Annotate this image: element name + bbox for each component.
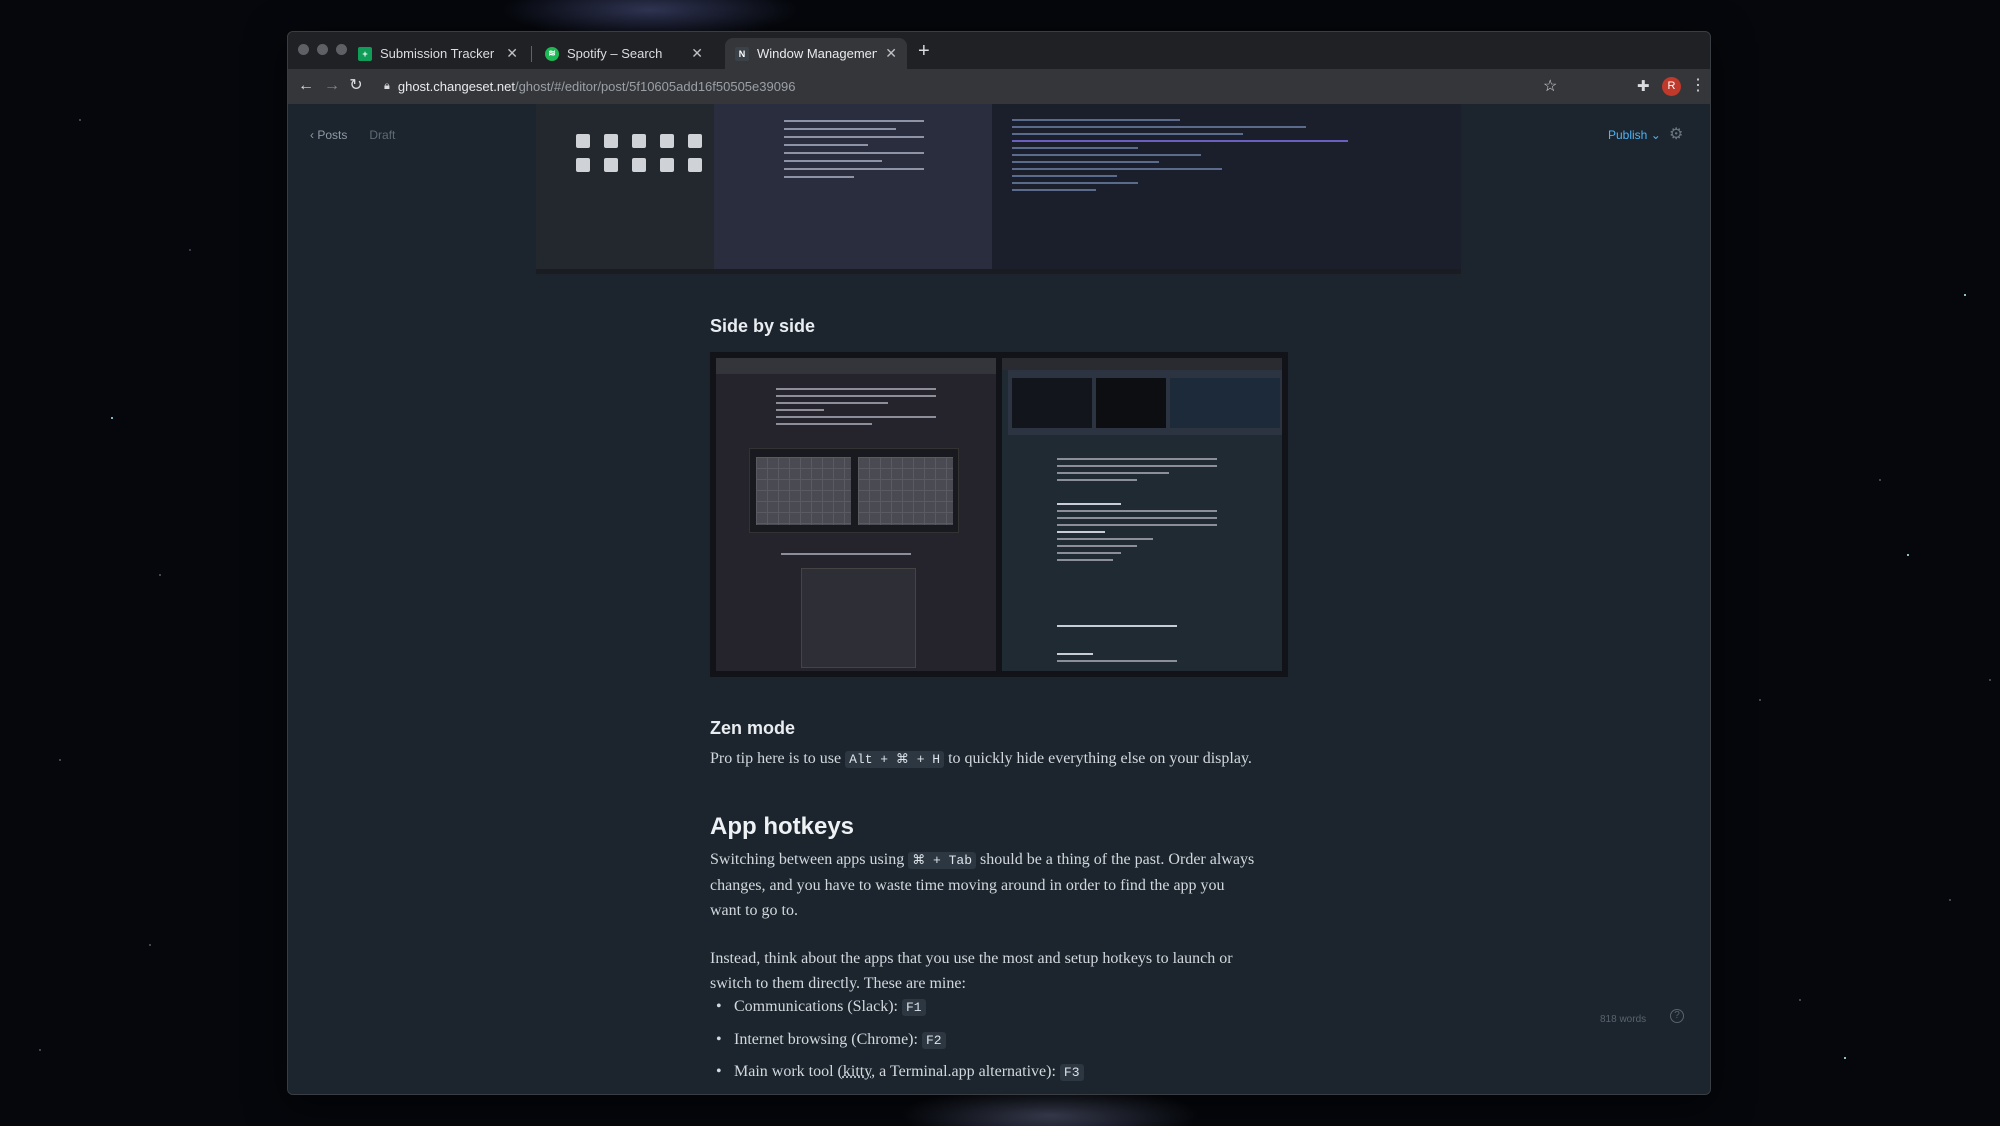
ghost-icon: N <box>735 46 749 61</box>
hotkey-code: F3 <box>1059 1064 1084 1081</box>
back-to-posts-link[interactable]: ‹ Posts <box>310 128 347 142</box>
browser-menu-icon[interactable]: ⋮ <box>1690 75 1706 95</box>
zen-shortcut-code: Alt + ⌘ + H <box>845 751 945 768</box>
zen-text-after: to quickly hide everything else on your … <box>948 750 1252 767</box>
lock-icon: 🔒︎ <box>384 80 390 92</box>
para-text: Switching between apps using <box>710 851 905 868</box>
reload-icon[interactable]: ↻ <box>346 76 366 96</box>
post-status: Draft <box>369 128 396 142</box>
para-line: Instead, think about the apps that you u… <box>710 950 1233 967</box>
close-icon[interactable]: ✕ <box>885 45 897 62</box>
hotkeys-paragraph-2[interactable]: Instead, think about the apps that you u… <box>710 946 1290 996</box>
list-item[interactable]: Main work tool (kitty, a Terminal.app al… <box>716 1063 1084 1081</box>
tab-submission-tracker[interactable]: + Submission Tracker + Content ✕ <box>348 38 528 69</box>
window-controls <box>298 44 347 55</box>
close-icon[interactable]: ✕ <box>691 45 703 62</box>
tab-separator <box>531 46 532 62</box>
browser-toolbar: ← → ↻ 🔒︎ ghost.changeset.net/ghost/#/edi… <box>288 69 1710 104</box>
bookmark-star-icon[interactable]: ☆ <box>1543 76 1557 96</box>
image-panel-finder <box>536 104 730 269</box>
zen-text: Pro tip here is to use <box>710 750 842 767</box>
tab-spotify[interactable]: ≋ Spotify – Search ✕ <box>535 38 713 69</box>
publish-label: Publish <box>1608 128 1648 142</box>
para-line: changes, and you have to waste time movi… <box>710 877 1225 894</box>
zoom-window-button[interactable] <box>336 44 347 55</box>
address-bar[interactable]: 🔒︎ ghost.changeset.net/ghost/#/editor/po… <box>378 73 1668 100</box>
image-panel-article <box>714 104 992 269</box>
image-panel-left <box>716 358 996 671</box>
tab-window-management[interactable]: N Window Management in macOS ✕ <box>725 38 907 69</box>
forward-arrow-icon[interactable]: → <box>322 76 342 96</box>
browser-window: + Submission Tracker + Content ✕ ≋ Spoti… <box>287 31 1711 1095</box>
close-window-button[interactable] <box>298 44 309 55</box>
hotkey-code: F2 <box>921 1032 946 1049</box>
tab-title: Spotify – Search <box>567 46 663 61</box>
word-count: 818 words <box>1600 1014 1647 1025</box>
cmd-tab-code: ⌘ + Tab <box>908 852 977 869</box>
spotify-icon: ≋ <box>545 46 559 61</box>
ghost-editor: ‹ Posts Draft Publish ⌄ ⚙ Side by side Z… <box>288 104 1710 1094</box>
back-arrow-icon[interactable]: ← <box>296 76 316 96</box>
hotkey-code: F1 <box>901 999 926 1016</box>
tab-title: Window Management in macOS <box>757 46 878 61</box>
article-image-side-by-side[interactable] <box>710 352 1288 677</box>
help-icon[interactable]: ? <box>1670 1009 1684 1023</box>
new-tab-button[interactable]: + <box>918 40 930 63</box>
posts-label: Posts <box>317 128 348 142</box>
tab-title: Submission Tracker + Content <box>380 46 498 61</box>
kitty-link[interactable]: kitty <box>843 1063 871 1080</box>
para-line: want to go to. <box>710 902 798 919</box>
para-text: should be a thing of the past. Order alw… <box>980 851 1255 868</box>
zen-paragraph[interactable]: Pro tip here is to use Alt + ⌘ + H to qu… <box>710 746 1290 772</box>
tab-bar: + Submission Tracker + Content ✕ ≋ Spoti… <box>288 32 1710 69</box>
para-line: switch to them directly. These are mine: <box>710 975 966 992</box>
heading-zen-mode[interactable]: Zen mode <box>710 718 795 739</box>
minimize-window-button[interactable] <box>317 44 328 55</box>
article-image-top[interactable] <box>536 104 1461 274</box>
list-item[interactable]: Communications (Slack): F1 <box>716 998 926 1016</box>
list-item[interactable]: Internet browsing (Chrome): F2 <box>716 1031 946 1049</box>
sheets-icon: + <box>358 46 372 61</box>
url-host: ghost.changeset.net <box>397 79 515 94</box>
heading-side-by-side[interactable]: Side by side <box>710 316 815 337</box>
extensions-puzzle-icon[interactable]: ✚ <box>1637 77 1650 95</box>
image-panel-code <box>992 104 1461 269</box>
editor-header: ‹ Posts Draft <box>310 128 395 142</box>
publish-menu-button[interactable]: Publish ⌄ <box>1608 128 1661 142</box>
url-path: /ghost/#/editor/post/5f10605add16f50505e… <box>514 79 796 94</box>
hotkeys-paragraph-1[interactable]: Switching between apps using ⌘ + Tab sho… <box>710 847 1290 923</box>
image-panel-right <box>1002 358 1282 671</box>
heading-app-hotkeys[interactable]: App hotkeys <box>710 813 854 841</box>
profile-avatar[interactable]: R <box>1662 77 1681 96</box>
close-icon[interactable]: ✕ <box>506 45 518 62</box>
gear-icon[interactable]: ⚙ <box>1669 124 1683 144</box>
